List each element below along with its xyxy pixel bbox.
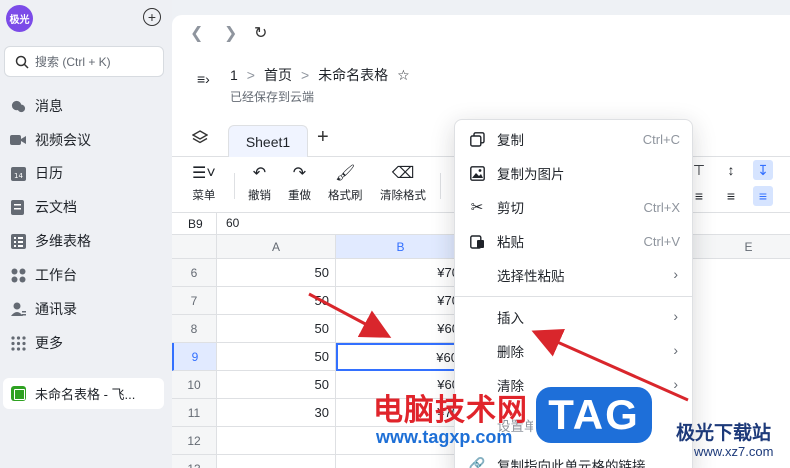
watermark-title: 电脑技术网	[373, 393, 528, 428]
annotation-arrow	[308, 292, 392, 338]
watermark-url: www.tagxp.com	[376, 427, 513, 447]
watermark-site-name: 极光下载站	[676, 423, 772, 444]
tag-logo: TAG	[533, 384, 655, 446]
watermark-site-url: www.xz7.com	[694, 444, 774, 459]
